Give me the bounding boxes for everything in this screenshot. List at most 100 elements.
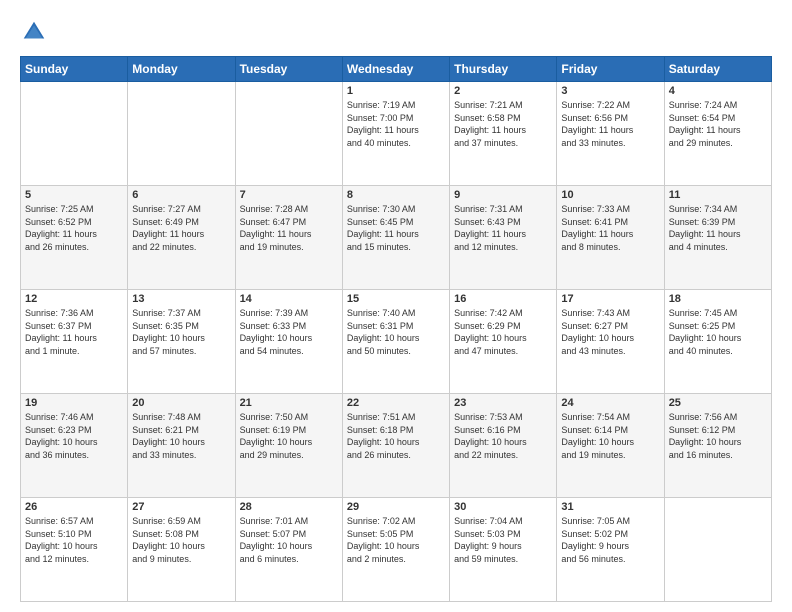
day-number: 12 — [25, 293, 123, 305]
calendar-cell: 26 Sunrise: 6:57 AM Sunset: 5:10 PM Dayli… — [21, 498, 128, 602]
day-number: 11 — [669, 189, 767, 201]
calendar-cell: 7Sunrise: 7:28 AM Sunset: 6:47 PM Daylig… — [235, 186, 342, 290]
calendar-cell — [235, 82, 342, 186]
calendar-cell: 14Sunrise: 7:39 AM Sunset: 6:33 PM Dayli… — [235, 290, 342, 394]
calendar-week-row: 1 Sunrise: 7:19 AM Sunset: 7:00 PM Daylig… — [21, 82, 772, 186]
day-number: 27 — [132, 501, 230, 513]
calendar-week-row: 26 Sunrise: 6:57 AM Sunset: 5:10 PM Dayli… — [21, 498, 772, 602]
day-number: 31 — [561, 501, 659, 513]
calendar-cell: 9 Sunrise: 7:31 AM Sunset: 6:43 PM Daylig… — [450, 186, 557, 290]
calendar-week-row: 19 Sunrise: 7:46 AM Sunset: 6:23 PM Dayli… — [21, 394, 772, 498]
calendar-cell: 16 Sunrise: 7:42 AM Sunset: 6:29 PM Dayli… — [450, 290, 557, 394]
weekday-header: Friday — [557, 57, 664, 82]
day-info: Sunrise: 7:01 AM Sunset: 5:07 PM Dayligh… — [240, 515, 338, 565]
day-info: Sunrise: 7:39 AM Sunset: 6:33 PM Dayligh… — [240, 307, 338, 357]
day-number: 5 — [25, 189, 123, 201]
weekday-header: Saturday — [664, 57, 771, 82]
calendar-header-row: SundayMondayTuesdayWednesdayThursdayFrid… — [21, 57, 772, 82]
day-number: 25 — [669, 397, 767, 409]
calendar-cell: 23 Sunrise: 7:53 AM Sunset: 6:16 PM Dayli… — [450, 394, 557, 498]
day-info: Sunrise: 7:53 AM Sunset: 6:16 PM Dayligh… — [454, 411, 552, 461]
day-info: Sunrise: 7:37 AM Sunset: 6:35 PM Dayligh… — [132, 307, 230, 357]
calendar-week-row: 12 Sunrise: 7:36 AM Sunset: 6:37 PM Dayli… — [21, 290, 772, 394]
calendar-cell: 12 Sunrise: 7:36 AM Sunset: 6:37 PM Dayli… — [21, 290, 128, 394]
day-number: 18 — [669, 293, 767, 305]
weekday-header: Tuesday — [235, 57, 342, 82]
calendar-cell: 21 Sunrise: 7:50 AM Sunset: 6:19 PM Dayli… — [235, 394, 342, 498]
day-info: Sunrise: 7:31 AM Sunset: 6:43 PM Dayligh… — [454, 203, 552, 253]
day-number: 9 — [454, 189, 552, 201]
day-info: Sunrise: 7:30 AM Sunset: 6:45 PM Dayligh… — [347, 203, 445, 253]
day-info: Sunrise: 7:05 AM Sunset: 5:02 PM Dayligh… — [561, 515, 659, 565]
calendar-cell: 30 Sunrise: 7:04 AM Sunset: 5:03 PM Dayli… — [450, 498, 557, 602]
day-info: Sunrise: 7:45 AM Sunset: 6:25 PM Dayligh… — [669, 307, 767, 357]
calendar-cell: 6Sunrise: 7:27 AM Sunset: 6:49 PM Daylig… — [128, 186, 235, 290]
day-number: 13 — [132, 293, 230, 305]
weekday-header: Sunday — [21, 57, 128, 82]
calendar-cell: 2Sunrise: 7:21 AM Sunset: 6:58 PM Daylig… — [450, 82, 557, 186]
day-number: 8 — [347, 189, 445, 201]
day-info: Sunrise: 7:22 AM Sunset: 6:56 PM Dayligh… — [561, 99, 659, 149]
calendar-cell: 27 Sunrise: 6:59 AM Sunset: 5:08 PM Dayli… — [128, 498, 235, 602]
day-info: Sunrise: 7:51 AM Sunset: 6:18 PM Dayligh… — [347, 411, 445, 461]
logo — [20, 18, 52, 46]
day-number: 1 — [347, 85, 445, 97]
day-info: Sunrise: 7:25 AM Sunset: 6:52 PM Dayligh… — [25, 203, 123, 253]
calendar-cell — [21, 82, 128, 186]
day-number: 17 — [561, 293, 659, 305]
day-number: 30 — [454, 501, 552, 513]
day-info: Sunrise: 7:19 AM Sunset: 7:00 PM Dayligh… — [347, 99, 445, 149]
day-number: 29 — [347, 501, 445, 513]
calendar-cell: 28 Sunrise: 7:01 AM Sunset: 5:07 PM Dayli… — [235, 498, 342, 602]
day-number: 26 — [25, 501, 123, 513]
calendar-cell: 24 Sunrise: 7:54 AM Sunset: 6:14 PM Dayli… — [557, 394, 664, 498]
day-number: 16 — [454, 293, 552, 305]
day-info: Sunrise: 7:02 AM Sunset: 5:05 PM Dayligh… — [347, 515, 445, 565]
day-number: 15 — [347, 293, 445, 305]
calendar-cell: 15 Sunrise: 7:40 AM Sunset: 6:31 PM Dayli… — [342, 290, 449, 394]
calendar-cell — [128, 82, 235, 186]
calendar-cell: 19 Sunrise: 7:46 AM Sunset: 6:23 PM Dayli… — [21, 394, 128, 498]
calendar-cell: 8 Sunrise: 7:30 AM Sunset: 6:45 PM Daylig… — [342, 186, 449, 290]
day-info: Sunrise: 7:33 AM Sunset: 6:41 PM Dayligh… — [561, 203, 659, 253]
day-number: 28 — [240, 501, 338, 513]
day-number: 21 — [240, 397, 338, 409]
calendar-cell: 31 Sunrise: 7:05 AM Sunset: 5:02 PM Dayli… — [557, 498, 664, 602]
day-info: Sunrise: 7:34 AM Sunset: 6:39 PM Dayligh… — [669, 203, 767, 253]
day-info: Sunrise: 7:42 AM Sunset: 6:29 PM Dayligh… — [454, 307, 552, 357]
header — [20, 18, 772, 46]
day-info: Sunrise: 7:21 AM Sunset: 6:58 PM Dayligh… — [454, 99, 552, 149]
calendar-cell: 11 Sunrise: 7:34 AM Sunset: 6:39 PM Dayli… — [664, 186, 771, 290]
day-number: 7 — [240, 189, 338, 201]
day-number: 23 — [454, 397, 552, 409]
page: SundayMondayTuesdayWednesdayThursdayFrid… — [0, 0, 792, 612]
calendar-week-row: 5 Sunrise: 7:25 AM Sunset: 6:52 PM Daylig… — [21, 186, 772, 290]
day-number: 19 — [25, 397, 123, 409]
calendar-cell: 17 Sunrise: 7:43 AM Sunset: 6:27 PM Dayli… — [557, 290, 664, 394]
weekday-header: Thursday — [450, 57, 557, 82]
day-info: Sunrise: 7:46 AM Sunset: 6:23 PM Dayligh… — [25, 411, 123, 461]
day-info: Sunrise: 7:24 AM Sunset: 6:54 PM Dayligh… — [669, 99, 767, 149]
day-info: Sunrise: 7:43 AM Sunset: 6:27 PM Dayligh… — [561, 307, 659, 357]
day-info: Sunrise: 7:04 AM Sunset: 5:03 PM Dayligh… — [454, 515, 552, 565]
calendar-cell: 25 Sunrise: 7:56 AM Sunset: 6:12 PM Dayli… — [664, 394, 771, 498]
day-number: 4 — [669, 85, 767, 97]
weekday-header: Monday — [128, 57, 235, 82]
logo-icon — [20, 18, 48, 46]
day-info: Sunrise: 7:36 AM Sunset: 6:37 PM Dayligh… — [25, 307, 123, 357]
day-number: 10 — [561, 189, 659, 201]
calendar-cell: 10 Sunrise: 7:33 AM Sunset: 6:41 PM Dayli… — [557, 186, 664, 290]
day-info: Sunrise: 6:57 AM Sunset: 5:10 PM Dayligh… — [25, 515, 123, 565]
calendar-cell: 1 Sunrise: 7:19 AM Sunset: 7:00 PM Daylig… — [342, 82, 449, 186]
day-info: Sunrise: 7:54 AM Sunset: 6:14 PM Dayligh… — [561, 411, 659, 461]
day-info: Sunrise: 7:50 AM Sunset: 6:19 PM Dayligh… — [240, 411, 338, 461]
calendar-cell: 4 Sunrise: 7:24 AM Sunset: 6:54 PM Daylig… — [664, 82, 771, 186]
calendar-table: SundayMondayTuesdayWednesdayThursdayFrid… — [20, 56, 772, 602]
day-info: Sunrise: 6:59 AM Sunset: 5:08 PM Dayligh… — [132, 515, 230, 565]
day-info: Sunrise: 7:56 AM Sunset: 6:12 PM Dayligh… — [669, 411, 767, 461]
day-number: 24 — [561, 397, 659, 409]
day-info: Sunrise: 7:40 AM Sunset: 6:31 PM Dayligh… — [347, 307, 445, 357]
day-number: 22 — [347, 397, 445, 409]
calendar-cell: 20Sunrise: 7:48 AM Sunset: 6:21 PM Dayli… — [128, 394, 235, 498]
day-number: 20 — [132, 397, 230, 409]
